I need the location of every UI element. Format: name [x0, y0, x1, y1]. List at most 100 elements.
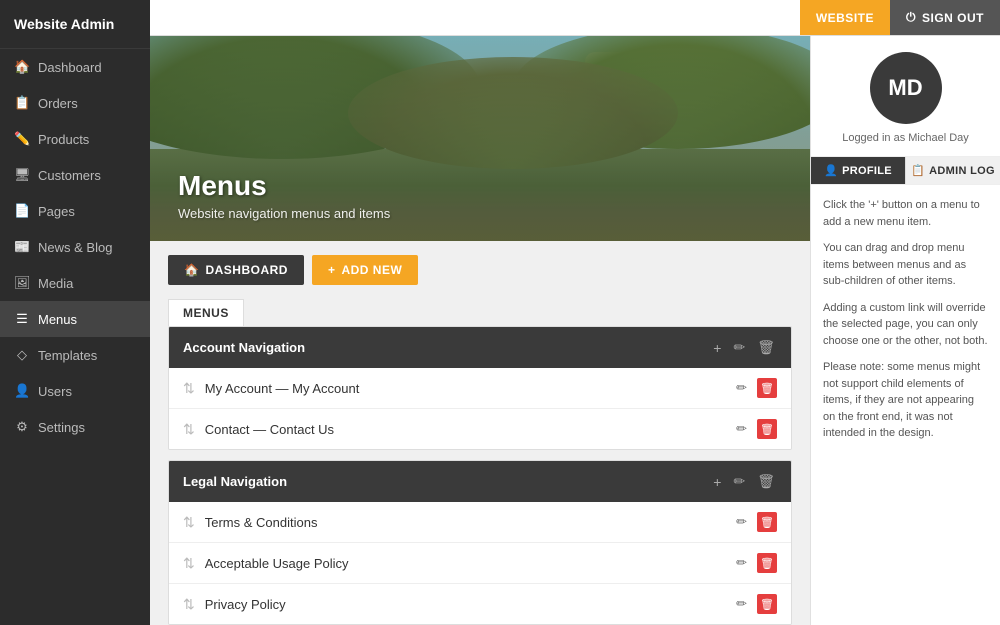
edit-item-button[interactable]: ✏ [732, 512, 751, 532]
edit-menu-button[interactable]: ✏ [731, 471, 747, 492]
center-area: Menus Website navigation menus and items… [150, 36, 810, 625]
help-text-2: You can drag and drop menu items between… [823, 240, 988, 290]
help-text-1: Click the '+' button on a menu to add a … [823, 197, 988, 230]
delete-item-button[interactable]: 🗑 [757, 594, 777, 614]
menus-list: Account Navigation + ✏ 🗑 ⇅ My Account — … [150, 326, 810, 625]
main-area: WEBSITE ⏻ SIGN OUT [150, 0, 1000, 625]
sidebar-item-news-blog[interactable]: 📰 News & Blog [0, 229, 150, 265]
profile-button[interactable]: 👤 PROFILE [811, 157, 905, 184]
add-menu-item-button[interactable]: + [711, 338, 723, 358]
menu-item-label: Acceptable Usage Policy [205, 556, 722, 571]
delete-item-button[interactable]: 🗑 [757, 419, 777, 439]
delete-item-button[interactable]: 🗑 [757, 512, 777, 532]
sidebar-item-templates[interactable]: ◇ Templates [0, 337, 150, 373]
delete-menu-button[interactable]: 🗑 [755, 471, 777, 492]
edit-menu-button[interactable]: ✏ [731, 337, 747, 358]
nav-items: 🏠 Dashboard📋 Orders✏️ Products🖥 Customer… [0, 49, 150, 445]
topbar: WEBSITE ⏻ SIGN OUT [150, 0, 1000, 36]
menu-item-actions: ✏ 🗑 [732, 553, 777, 573]
hero-text: Menus Website navigation menus and items [150, 150, 418, 241]
right-panel: MD Logged in as Michael Day 👤 PROFILE 📋 … [810, 36, 1000, 625]
menu-item-row: ⇅ Contact — Contact Us ✏ 🗑 [169, 409, 791, 449]
menu-group-name: Legal Navigation [183, 474, 287, 489]
menu-item-label: My Account — My Account [205, 381, 722, 396]
edit-item-button[interactable]: ✏ [732, 378, 751, 398]
profile-icon: 👤 [824, 164, 838, 177]
menus-icon: ☰ [14, 311, 30, 327]
avatar: MD [870, 52, 942, 124]
add-menu-item-button[interactable]: + [711, 472, 723, 492]
menu-item-actions: ✏ 🗑 [732, 594, 777, 614]
sidebar-item-products[interactable]: ✏️ Products [0, 121, 150, 157]
drag-handle-icon[interactable]: ⇅ [183, 555, 195, 572]
sidebar-item-settings[interactable]: ⚙ Settings [0, 409, 150, 445]
content-wrapper: Menus Website navigation menus and items… [150, 36, 1000, 625]
edit-item-button[interactable]: ✏ [732, 553, 751, 573]
edit-item-button[interactable]: ✏ [732, 419, 751, 439]
profile-section: MD Logged in as Michael Day [811, 36, 1000, 156]
sidebar-item-label: Templates [38, 348, 97, 363]
dashboard-button[interactable]: 🏠 DASHBOARD [168, 255, 304, 285]
sidebar-item-label: Users [38, 384, 72, 399]
menu-item-row: ⇅ Privacy Policy ✏ 🗑 [169, 584, 791, 624]
news-blog-icon: 📰 [14, 239, 30, 255]
header-actions: + ✏ 🗑 [711, 471, 777, 492]
sidebar-item-label: News & Blog [38, 240, 112, 255]
menu-item-label: Terms & Conditions [205, 515, 722, 530]
help-text-3: Adding a custom link will override the s… [823, 300, 988, 350]
sidebar-item-label: Media [38, 276, 73, 291]
drag-handle-icon[interactable]: ⇅ [183, 596, 195, 613]
sidebar-item-users[interactable]: 👤 Users [0, 373, 150, 409]
menu-item-label: Privacy Policy [205, 597, 722, 612]
toolbar: 🏠 DASHBOARD + ADD NEW [150, 241, 810, 299]
menu-group-header-legal-navigation: Legal Navigation + ✏ 🗑 [169, 461, 791, 502]
sidebar-item-label: Customers [38, 168, 101, 183]
sidebar-item-label: Products [38, 132, 89, 147]
media-icon: 🖼 [14, 275, 30, 291]
drag-handle-icon[interactable]: ⇅ [183, 421, 195, 438]
sidebar-item-label: Orders [38, 96, 78, 111]
drag-handle-icon[interactable]: ⇅ [183, 380, 195, 397]
sidebar-item-menus[interactable]: ☰ Menus [0, 301, 150, 337]
sidebar-item-customers[interactable]: 🖥 Customers [0, 157, 150, 193]
sidebar-item-media[interactable]: 🖼 Media [0, 265, 150, 301]
delete-menu-button[interactable]: 🗑 [755, 337, 777, 358]
delete-item-button[interactable]: 🗑 [757, 378, 777, 398]
profile-buttons: 👤 PROFILE 📋 ADMIN LOG [811, 156, 1000, 185]
menu-group-name: Account Navigation [183, 340, 305, 355]
customers-icon: 🖥 [14, 167, 30, 183]
menu-item-label: Contact — Contact Us [205, 422, 722, 437]
add-new-button[interactable]: + ADD NEW [312, 255, 418, 285]
sidebar-item-label: Pages [38, 204, 75, 219]
admin-log-button[interactable]: 📋 ADMIN LOG [905, 157, 1000, 184]
signout-button[interactable]: ⏻ SIGN OUT [890, 0, 1000, 35]
signout-icon: ⏻ [906, 10, 916, 25]
templates-icon: ◇ [14, 347, 30, 363]
hero-subtitle: Website navigation menus and items [178, 206, 390, 221]
sidebar-item-orders[interactable]: 📋 Orders [0, 85, 150, 121]
menu-item-actions: ✏ 🗑 [732, 419, 777, 439]
hero-title: Menus [178, 170, 390, 202]
admin-log-icon: 📋 [911, 164, 925, 177]
delete-item-button[interactable]: 🗑 [757, 553, 777, 573]
pages-icon: 📄 [14, 203, 30, 219]
menu-group-account-navigation: Account Navigation + ✏ 🗑 ⇅ My Account — … [168, 326, 792, 450]
help-text: Click the '+' button on a menu to add a … [811, 185, 1000, 454]
sidebar-item-dashboard[interactable]: 🏠 Dashboard [0, 49, 150, 85]
tab-menus[interactable]: MENUS [168, 299, 244, 326]
menu-item-row: ⇅ Terms & Conditions ✏ 🗑 [169, 502, 791, 543]
sidebar-item-label: Settings [38, 420, 85, 435]
drag-handle-icon[interactable]: ⇅ [183, 514, 195, 531]
sidebar-item-pages[interactable]: 📄 Pages [0, 193, 150, 229]
edit-item-button[interactable]: ✏ [732, 594, 751, 614]
logged-in-text: Logged in as Michael Day [842, 132, 969, 144]
website-button[interactable]: WEBSITE [800, 0, 890, 35]
users-icon: 👤 [14, 383, 30, 399]
tabs-area: MENUS [150, 299, 810, 326]
site-title: Website Admin [0, 0, 150, 49]
products-icon: ✏️ [14, 131, 30, 147]
menu-item-actions: ✏ 🗑 [732, 378, 777, 398]
hero-banner: Menus Website navigation menus and items [150, 36, 810, 241]
settings-icon: ⚙ [14, 419, 30, 435]
menu-group-header-account-navigation: Account Navigation + ✏ 🗑 [169, 327, 791, 368]
